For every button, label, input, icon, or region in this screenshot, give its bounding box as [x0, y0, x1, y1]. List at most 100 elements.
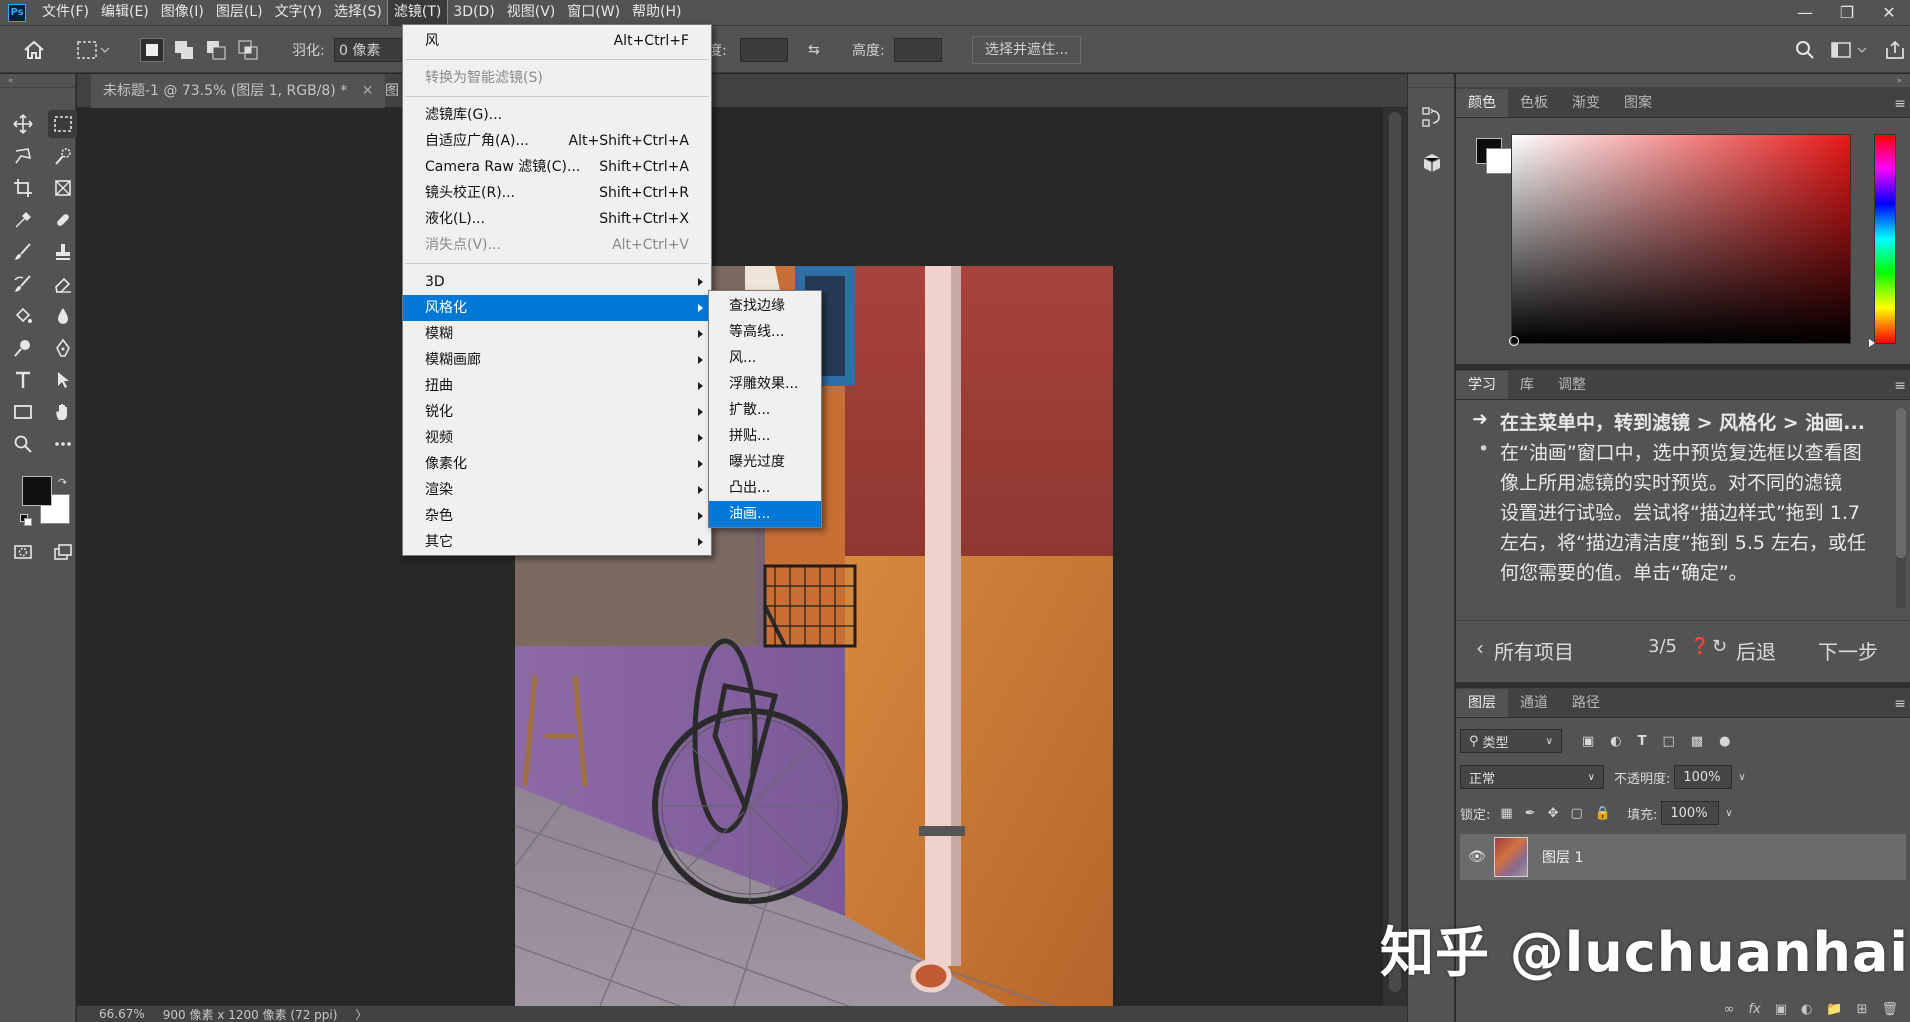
rectangle-tool-icon[interactable] — [8, 398, 38, 426]
frame-tool-icon[interactable] — [48, 174, 78, 202]
color-picker-field[interactable] — [1509, 134, 1851, 346]
color-panel-menu-icon[interactable]: ≡ — [1894, 96, 1906, 112]
menu-image[interactable]: 图像(I) — [155, 0, 210, 25]
healing-brush-icon[interactable] — [48, 206, 78, 234]
zoom-tool-icon[interactable] — [8, 430, 38, 458]
menu-file[interactable]: 文件(F) — [36, 0, 95, 25]
panel-collapse-icon[interactable]: » — [1456, 74, 1910, 88]
add-mask-icon[interactable]: ▣ — [1775, 1002, 1787, 1017]
lock-artboard-icon[interactable]: ▢ — [1571, 806, 1583, 821]
filter-menu-item[interactable]: 风格化 — [403, 295, 711, 321]
help-icon[interactable]: ❓ — [1690, 636, 1710, 655]
feather-input[interactable]: 0 像素 — [334, 38, 404, 62]
stylize-menu-item[interactable]: 扩散... — [709, 397, 821, 423]
document-tab-active[interactable]: 未标题-1 @ 73.5% (图层 1, RGB/8) * ✕ — [91, 74, 386, 108]
history-panel-icon[interactable] — [1418, 104, 1446, 132]
path-selection-icon[interactable] — [48, 366, 78, 394]
layer-style-icon[interactable]: fx — [1748, 1002, 1760, 1017]
fill-input[interactable]: 100% — [1661, 801, 1720, 825]
stylize-menu-item[interactable]: 凸出... — [709, 475, 821, 501]
filter-menu-item[interactable]: 模糊画廊 — [403, 347, 711, 373]
marquee-tool-preset-icon[interactable] — [76, 38, 110, 62]
search-icon[interactable] — [1794, 38, 1816, 62]
tab-swatches[interactable]: 色板 — [1508, 89, 1560, 117]
tab-patterns[interactable]: 图案 — [1612, 89, 1664, 117]
toolbar-collapse-icon[interactable]: « — [0, 74, 75, 88]
filter-menu-item[interactable]: 自适应广角(A)... Alt+Shift+Ctrl+A — [403, 128, 711, 154]
layer-row[interactable]: 👁 图层 1 — [1460, 834, 1906, 880]
filter-menu-item[interactable]: 模糊 — [403, 321, 711, 347]
foreground-color-swatch[interactable] — [22, 476, 52, 506]
stylize-menu-item[interactable]: 浮雕效果... — [709, 371, 821, 397]
filter-menu-item[interactable]: 液化(L)... Shift+Ctrl+X — [403, 206, 711, 232]
chevron-left-icon[interactable]: ‹ — [1476, 636, 1484, 660]
stylize-menu-item[interactable]: 油画... — [709, 501, 821, 527]
status-menu-arrow-icon[interactable]: 〉 — [355, 1006, 367, 1022]
tab-layers[interactable]: 图层 — [1456, 689, 1508, 717]
menu-layer[interactable]: 图层(L) — [210, 0, 269, 25]
close-icon[interactable]: ✕ — [1868, 0, 1910, 25]
chevron-down-icon[interactable]: ∨ — [1725, 808, 1732, 819]
filter-menu-item[interactable]: 滤镜库(G)... — [403, 102, 711, 128]
default-colors-icon[interactable] — [20, 514, 32, 526]
delete-layer-icon[interactable]: 🗑 — [1881, 1002, 1898, 1017]
menu-view[interactable]: 视图(V) — [501, 0, 562, 25]
new-layer-icon[interactable]: ⊞ — [1857, 1002, 1868, 1017]
close-tab-icon[interactable]: ✕ — [362, 83, 374, 99]
workspace-icon[interactable] — [1830, 38, 1870, 62]
menu-3d[interactable]: 3D(D) — [447, 0, 500, 25]
filter-menu-item[interactable]: 视频 — [403, 425, 711, 451]
filter-menu-item[interactable]: 其它 — [403, 529, 711, 555]
filter-toggle-icon[interactable]: ● — [1719, 734, 1730, 749]
stylize-menu-item[interactable]: 等高线... — [709, 319, 821, 345]
layer-name[interactable]: 图层 1 — [1542, 847, 1583, 867]
filter-menu-item[interactable]: 镜头校正(R)... Shift+Ctrl+R — [403, 180, 711, 206]
layer-filter-select[interactable]: ⚲ 类型 ∨ — [1460, 729, 1562, 753]
stylize-menu-item[interactable]: 风... — [709, 345, 821, 371]
link-layers-icon[interactable]: ∞ — [1724, 1002, 1735, 1017]
3d-panel-icon[interactable] — [1418, 150, 1446, 178]
rectangular-marquee-icon[interactable] — [48, 110, 78, 138]
filter-smart-object-icon[interactable]: ▩ — [1691, 734, 1703, 749]
filter-type-icon[interactable]: T — [1638, 734, 1647, 749]
chevron-down-icon[interactable]: ∨ — [1738, 772, 1745, 783]
screen-mode-icon[interactable] — [48, 538, 78, 566]
add-selection-icon[interactable] — [172, 38, 196, 62]
dodge-tool-icon[interactable] — [8, 334, 38, 362]
crop-tool-icon[interactable] — [8, 174, 38, 202]
new-group-icon[interactable]: 📁 — [1826, 1002, 1842, 1017]
reset-icon[interactable]: ↻ — [1712, 636, 1727, 657]
menu-type[interactable]: 文字(Y) — [269, 0, 328, 25]
tab-adjustments[interactable]: 调整 — [1546, 371, 1598, 399]
intersect-selection-icon[interactable] — [236, 38, 260, 62]
panel-background-swatch[interactable] — [1486, 148, 1512, 174]
back-button[interactable]: 后退 — [1736, 636, 1776, 665]
move-tool-icon[interactable] — [8, 110, 38, 138]
next-step-button[interactable]: 下一步 — [1818, 636, 1878, 665]
adjustment-layer-icon[interactable]: ◐ — [1801, 1002, 1812, 1017]
history-brush-icon[interactable] — [8, 270, 38, 298]
tab-gradients[interactable]: 渐变 — [1560, 89, 1612, 117]
hue-slider[interactable] — [1869, 134, 1896, 347]
eraser-icon[interactable] — [48, 270, 78, 298]
brush-tool-icon[interactable] — [8, 238, 38, 266]
filter-menu-item[interactable]: 杂色 — [403, 503, 711, 529]
tab-channels[interactable]: 通道 — [1508, 689, 1560, 717]
filter-pixel-icon[interactable]: ▣ — [1582, 734, 1594, 749]
clone-stamp-icon[interactable] — [48, 238, 78, 266]
learn-scrollbar[interactable] — [1896, 408, 1906, 608]
zoom-level[interactable]: 66.67% — [99, 1007, 145, 1021]
filter-menu-item[interactable]: 渲染 — [403, 477, 711, 503]
strip-collapse-icon[interactable] — [1408, 74, 1454, 88]
filter-menu-item[interactable]: 扭曲 — [403, 373, 711, 399]
more-tools-icon[interactable] — [48, 430, 78, 458]
filter-menu-item[interactable]: 像素化 — [403, 451, 711, 477]
home-icon[interactable] — [22, 38, 46, 62]
menu-window[interactable]: 窗口(W) — [561, 0, 626, 25]
lock-all-icon[interactable]: 🔒 — [1595, 806, 1611, 821]
restore-icon[interactable]: ❐ — [1826, 0, 1868, 25]
blur-tool-icon[interactable] — [48, 302, 78, 330]
pen-tool-icon[interactable] — [48, 334, 78, 362]
opacity-input[interactable]: 100% — [1674, 765, 1733, 789]
photoshop-logo[interactable]: Ps — [8, 3, 26, 22]
